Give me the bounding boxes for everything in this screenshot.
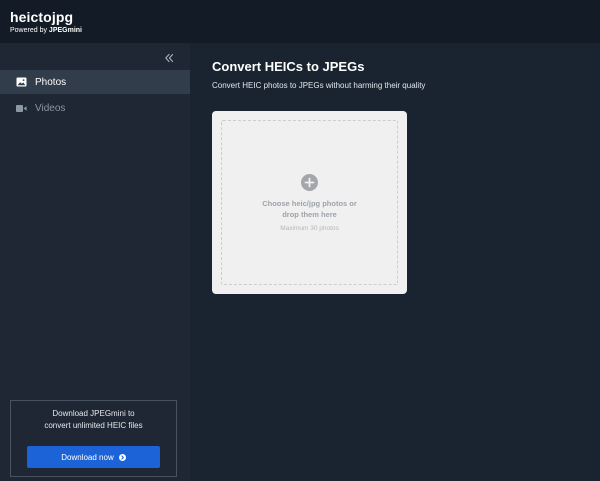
arrow-circle-icon — [118, 453, 126, 461]
double-chevron-left-icon — [165, 53, 174, 63]
image-icon — [16, 77, 27, 88]
collapse-sidebar-button[interactable] — [161, 51, 177, 65]
plus-circle-icon — [301, 174, 318, 191]
dropzone-instructions: Choose heic/jpg photos or drop them here — [222, 198, 397, 220]
promo-line-2: convert unlimited HEIC files — [44, 421, 143, 430]
powered-by-text: Powered by JPEGmini — [10, 26, 82, 35]
dropzone-line-2: drop them here — [282, 210, 337, 219]
download-promo: Download JPEGmini to convert unlimited H… — [10, 400, 177, 477]
photo-dropzone[interactable]: Choose heic/jpg photos or drop them here… — [221, 120, 398, 285]
powered-by-prefix: Powered by — [10, 27, 49, 34]
promo-line-1: Download JPEGmini to — [52, 409, 135, 418]
download-button-label: Download now — [61, 452, 114, 462]
sidebar: Photos Videos Download JPEGmini to conve… — [0, 43, 190, 481]
download-now-button[interactable]: Download now — [27, 446, 160, 468]
video-camera-icon — [16, 103, 27, 114]
sidebar-item-label: Videos — [35, 102, 66, 114]
top-header: heictojpg Powered by JPEGmini — [0, 0, 600, 43]
main-content: Convert HEICs to JPEGs Convert HEIC phot… — [190, 43, 600, 481]
promo-text: Download JPEGmini to convert unlimited H… — [11, 408, 176, 432]
sidebar-item-photos[interactable]: Photos — [0, 70, 190, 94]
dropzone-hint: Maximum 30 photos — [280, 225, 339, 232]
sidebar-item-videos[interactable]: Videos — [0, 96, 190, 120]
dropzone-line-1: Choose heic/jpg photos or — [262, 199, 357, 208]
app-name: heictojpg — [10, 9, 74, 25]
powered-by-brand: JPEGmini — [48, 27, 82, 34]
page-subtitle: Convert HEIC photos to JPEGs without har… — [212, 81, 426, 90]
brand-logo[interactable]: heictojpg Powered by JPEGmini — [10, 9, 82, 35]
upload-card: Choose heic/jpg photos or drop them here… — [212, 111, 407, 294]
sidebar-item-label: Photos — [35, 76, 67, 88]
page-title: Convert HEICs to JPEGs — [212, 59, 365, 74]
